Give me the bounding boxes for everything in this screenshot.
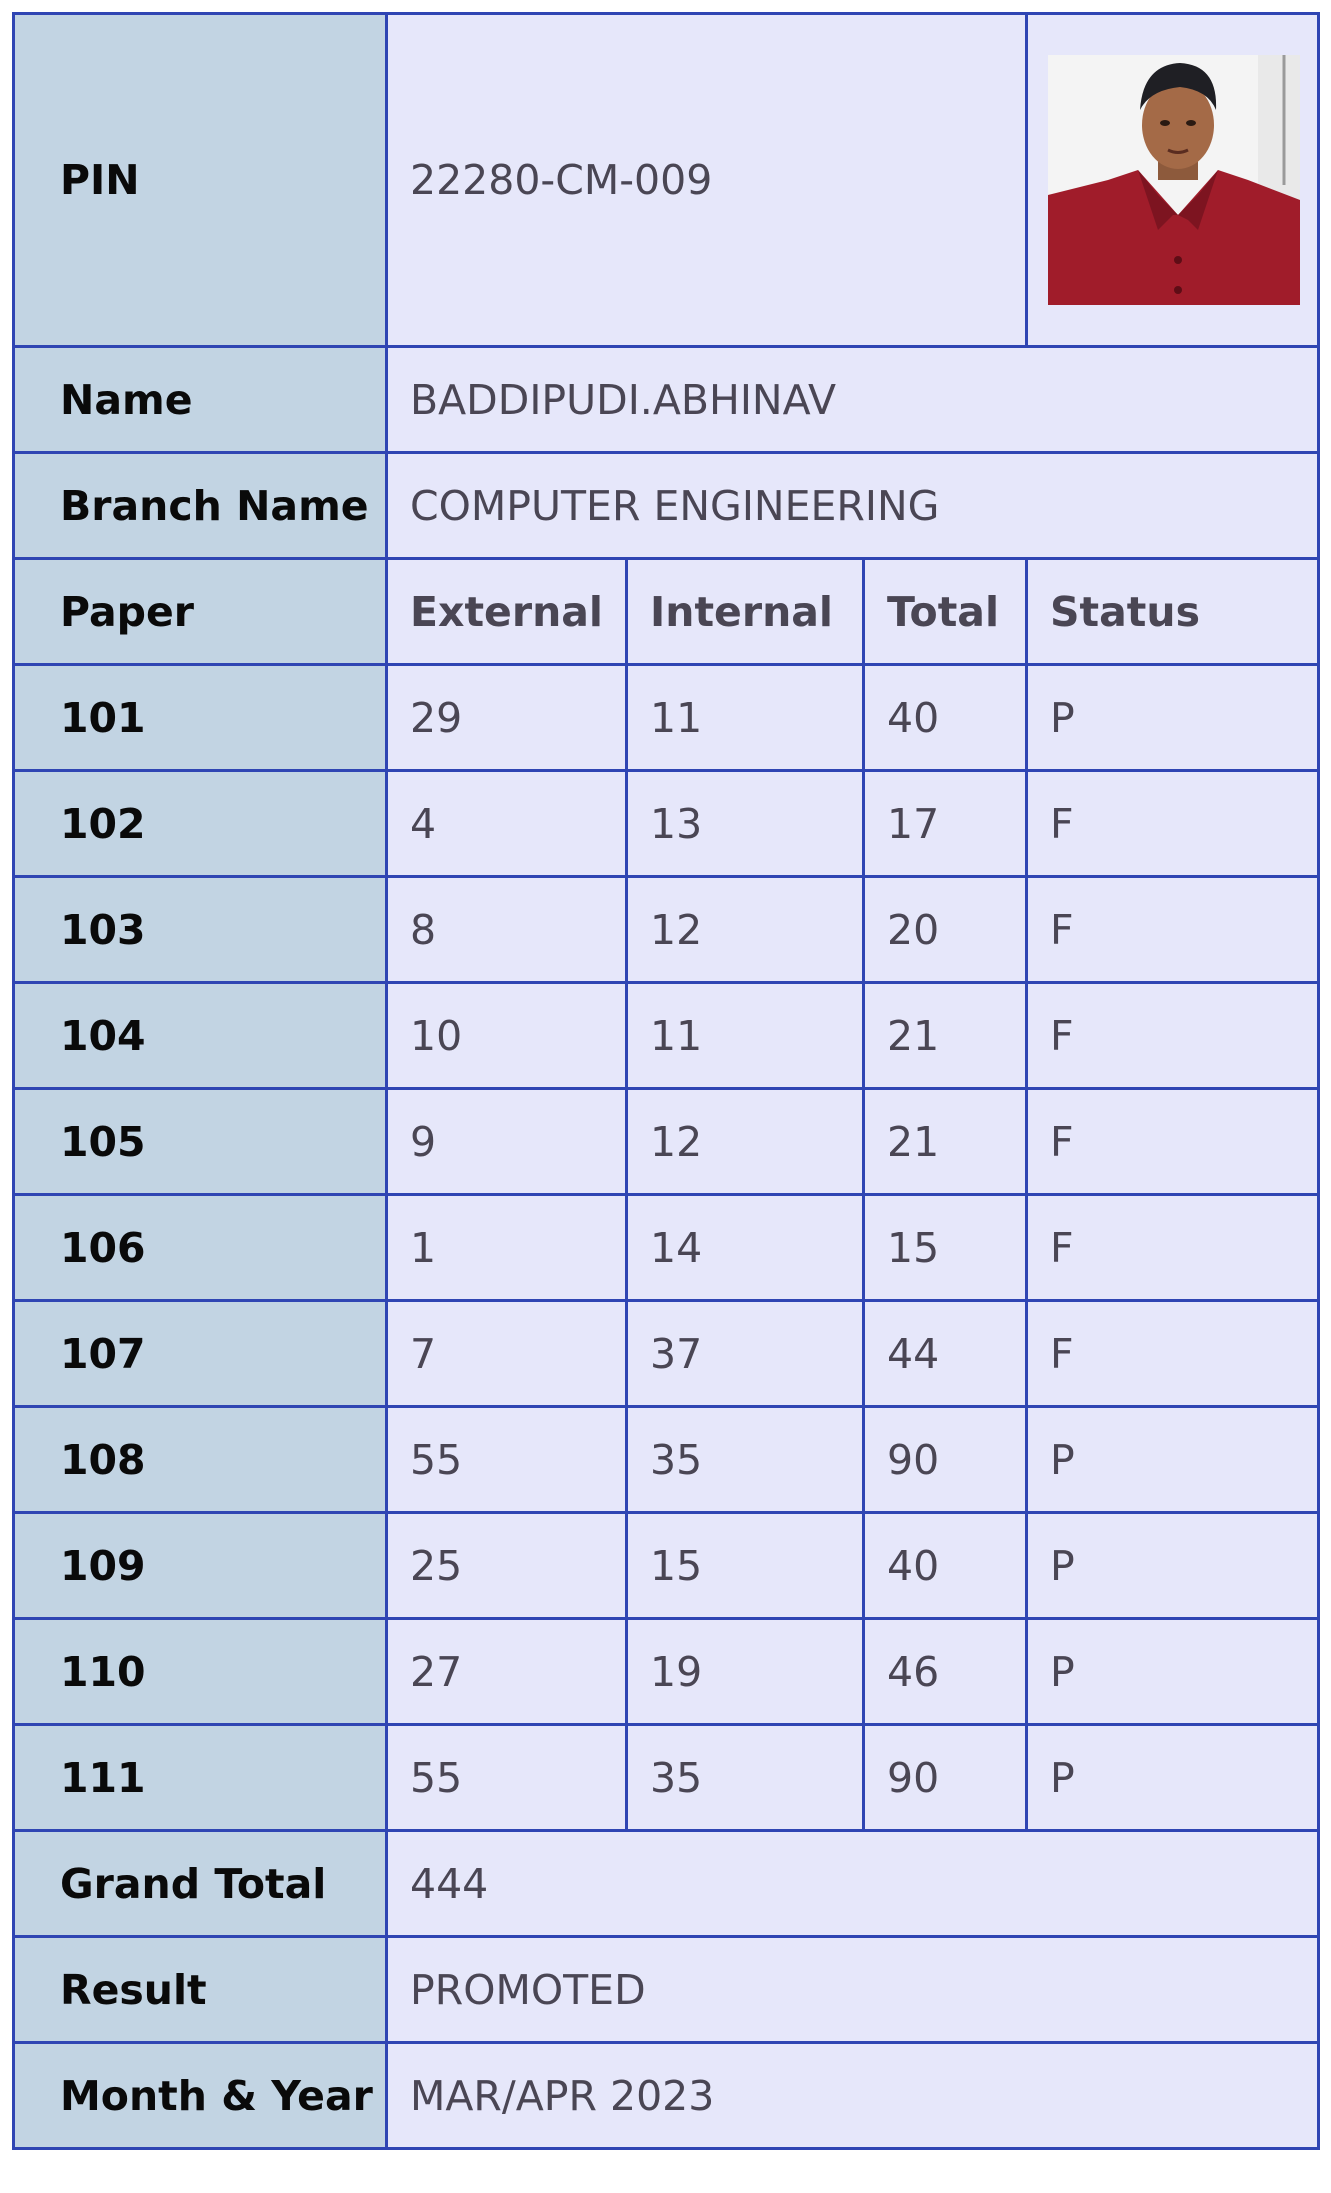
external-cell: 8: [385, 875, 628, 984]
status-cell: F: [1025, 875, 1321, 984]
marks-row: 109 25 15 40 P: [12, 1511, 1321, 1620]
header-external: External: [385, 557, 628, 666]
header-paper: Paper: [12, 557, 388, 666]
external-cell: 55: [385, 1723, 628, 1832]
result-row: Result PROMOTED: [12, 1935, 1321, 2044]
month-year-row: Month & Year MAR/APR 2023: [12, 2041, 1321, 2150]
marks-row: 108 55 35 90 P: [12, 1405, 1321, 1514]
marks-row: 107 7 37 44 F: [12, 1299, 1321, 1408]
branch-value: COMPUTER ENGINEERING: [384, 451, 1321, 560]
marks-row: 104 10 11 21 F: [12, 981, 1321, 1090]
total-cell: 40: [861, 663, 1029, 772]
paper-cell: 103: [12, 875, 388, 984]
result-label: Result: [12, 1935, 388, 2044]
external-cell: 10: [385, 981, 628, 1090]
pin-label: PIN: [12, 12, 388, 348]
branch-label: Branch Name: [12, 451, 388, 560]
internal-cell: 35: [625, 1405, 865, 1514]
photo-cell: [1025, 12, 1321, 348]
paper-cell: 110: [12, 1617, 388, 1726]
total-cell: 21: [861, 981, 1029, 1090]
total-cell: 15: [861, 1193, 1029, 1302]
status-cell: F: [1025, 981, 1321, 1090]
paper-cell: 102: [12, 769, 388, 878]
status-cell: F: [1025, 1299, 1321, 1408]
grand-total-label: Grand Total: [12, 1829, 388, 1938]
external-cell: 7: [385, 1299, 628, 1408]
month-year-label: Month & Year: [12, 2041, 388, 2150]
external-cell: 9: [385, 1087, 628, 1196]
header-internal: Internal: [625, 557, 865, 666]
student-photo: [1048, 55, 1301, 305]
marks-row: 102 4 13 17 F: [12, 769, 1321, 878]
paper-cell: 106: [12, 1193, 388, 1302]
marks-rows: 101 29 11 40 P 102 4 13 17 F 103 8 12 20 F 104 10 11 21 F 10…: [12, 663, 1321, 1832]
result-table: PIN 22280-CM-009 Name BADDIPUDI.ABHINAV …: [12, 12, 1321, 2150]
external-cell: 27: [385, 1617, 628, 1726]
total-cell: 44: [861, 1299, 1029, 1408]
internal-cell: 12: [625, 1087, 865, 1196]
total-cell: 17: [861, 769, 1029, 878]
total-cell: 21: [861, 1087, 1029, 1196]
internal-cell: 11: [625, 981, 865, 1090]
internal-cell: 37: [625, 1299, 865, 1408]
internal-cell: 14: [625, 1193, 865, 1302]
status-cell: F: [1025, 1087, 1321, 1196]
branch-row: Branch Name COMPUTER ENGINEERING: [12, 451, 1321, 560]
month-year-value: MAR/APR 2023: [384, 2041, 1321, 2150]
grand-total-value: 444: [384, 1829, 1321, 1938]
pin-row: PIN 22280-CM-009: [12, 12, 1321, 348]
status-cell: P: [1025, 663, 1321, 772]
total-cell: 90: [861, 1405, 1029, 1514]
internal-cell: 13: [625, 769, 865, 878]
marks-row: 105 9 12 21 F: [12, 1087, 1321, 1196]
name-label: Name: [12, 345, 388, 454]
name-value: BADDIPUDI.ABHINAV: [384, 345, 1321, 454]
marks-row: 111 55 35 90 P: [12, 1723, 1321, 1832]
external-cell: 25: [385, 1511, 628, 1620]
external-cell: 29: [385, 663, 628, 772]
paper-cell: 108: [12, 1405, 388, 1514]
external-cell: 1: [385, 1193, 628, 1302]
status-cell: F: [1025, 769, 1321, 878]
header-status: Status: [1025, 557, 1321, 666]
status-cell: P: [1025, 1405, 1321, 1514]
name-row: Name BADDIPUDI.ABHINAV: [12, 345, 1321, 454]
total-cell: 40: [861, 1511, 1029, 1620]
status-cell: P: [1025, 1723, 1321, 1832]
result-value: PROMOTED: [384, 1935, 1321, 2044]
paper-cell: 111: [12, 1723, 388, 1832]
status-cell: P: [1025, 1617, 1321, 1726]
grand-total-row: Grand Total 444: [12, 1829, 1321, 1938]
internal-cell: 11: [625, 663, 865, 772]
paper-cell: 104: [12, 981, 388, 1090]
pin-value: 22280-CM-009: [384, 12, 1029, 348]
marks-row: 106 1 14 15 F: [12, 1193, 1321, 1302]
marks-header-row: Paper External Internal Total Status: [12, 557, 1321, 666]
internal-cell: 12: [625, 875, 865, 984]
status-cell: F: [1025, 1193, 1321, 1302]
paper-cell: 109: [12, 1511, 388, 1620]
internal-cell: 35: [625, 1723, 865, 1832]
external-cell: 55: [385, 1405, 628, 1514]
status-cell: P: [1025, 1511, 1321, 1620]
total-cell: 90: [861, 1723, 1029, 1832]
total-cell: 20: [861, 875, 1029, 984]
paper-cell: 105: [12, 1087, 388, 1196]
internal-cell: 19: [625, 1617, 865, 1726]
external-cell: 4: [385, 769, 628, 878]
internal-cell: 15: [625, 1511, 865, 1620]
paper-cell: 101: [12, 663, 388, 772]
paper-cell: 107: [12, 1299, 388, 1408]
header-total: Total: [861, 557, 1029, 666]
marks-row: 101 29 11 40 P: [12, 663, 1321, 772]
total-cell: 46: [861, 1617, 1029, 1726]
marks-row: 110 27 19 46 P: [12, 1617, 1321, 1726]
marks-row: 103 8 12 20 F: [12, 875, 1321, 984]
